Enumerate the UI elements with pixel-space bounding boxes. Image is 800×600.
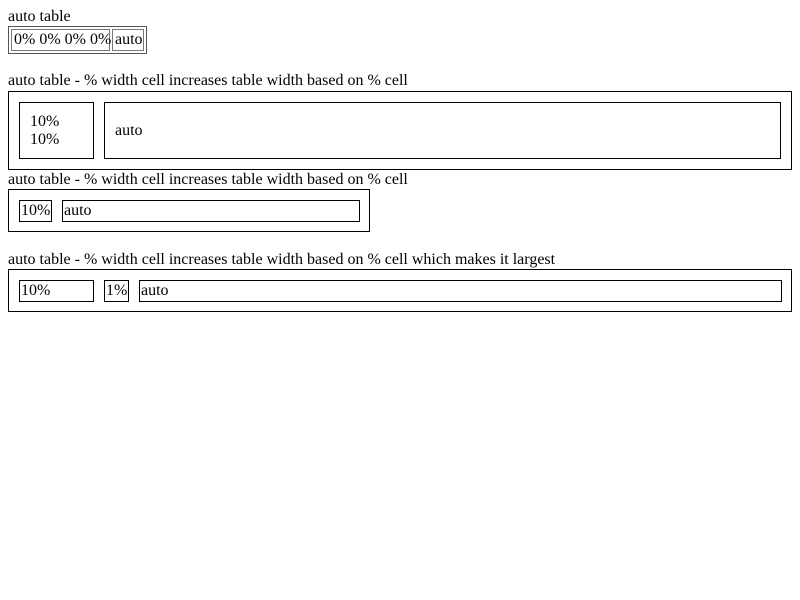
section-2-cell-auto-text: auto	[115, 122, 143, 139]
section-3-caption: auto table - % width cell increases tabl…	[8, 171, 408, 188]
section-1-cell-percent: 0% 0% 0% 0%	[11, 29, 111, 51]
section-2-table: 10% 10% auto	[8, 91, 792, 170]
section-2-cell-auto: auto	[104, 102, 781, 159]
section-3-table: 10% auto	[8, 189, 370, 232]
section-2-cell-percent-line-2: 10%	[30, 131, 60, 148]
section-4-table: 10% 1% auto	[8, 269, 792, 312]
section-1-table: 0% 0% 0% 0% auto	[8, 26, 147, 54]
section-1-caption: auto table	[8, 8, 71, 25]
section-4-cell-auto: auto	[139, 280, 782, 302]
section-2-cell-percent-line-1: 10%	[30, 113, 60, 130]
section-2-cell-percent: 10% 10%	[19, 102, 94, 159]
section-3-cell-percent: 10%	[19, 200, 52, 222]
section-3-cell-auto: auto	[62, 200, 360, 222]
section-4-cell-percent-1: 1%	[104, 280, 129, 302]
section-4-cell-percent-10: 10%	[19, 280, 94, 302]
section-4-caption: auto table - % width cell increases tabl…	[8, 251, 556, 268]
section-2-caption: auto table - % width cell increases tabl…	[8, 72, 408, 89]
section-1-cell-auto: auto	[112, 29, 144, 51]
